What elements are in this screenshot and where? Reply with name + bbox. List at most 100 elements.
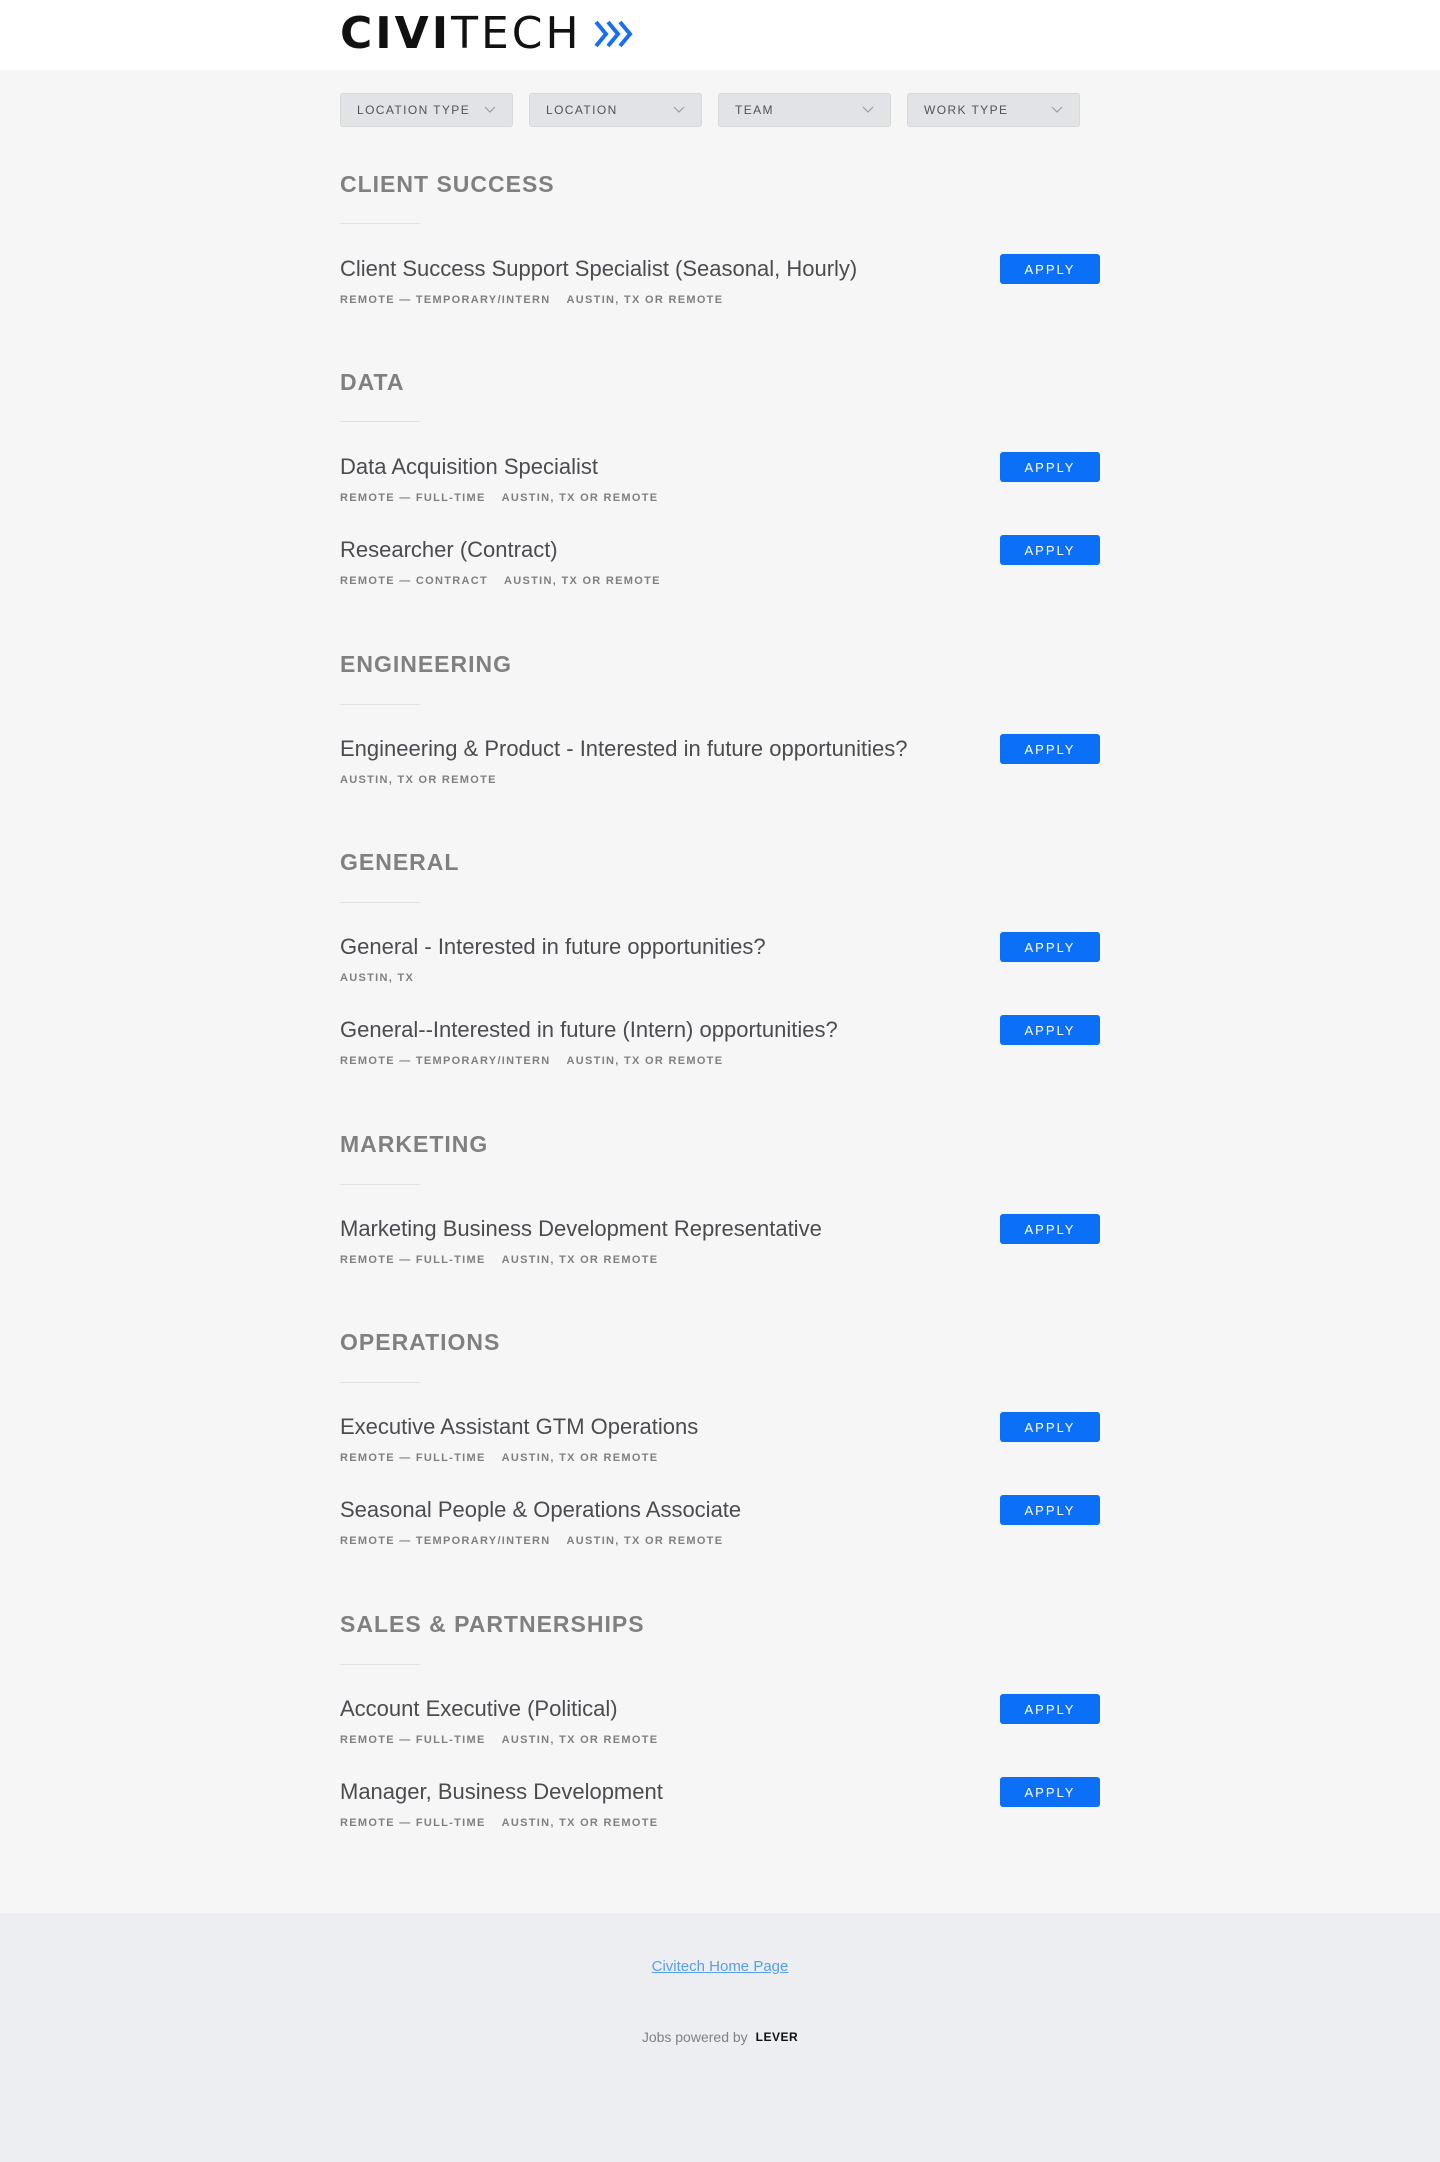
posting-title[interactable]: Account Executive (Political) (340, 1695, 618, 1723)
posting-title[interactable]: Marketing Business Development Represent… (340, 1215, 822, 1243)
posting-commitment: REMOTE — FULL-TIME (340, 1254, 486, 1266)
filter-label: LOCATION (546, 103, 618, 117)
team-title: MARKETING (340, 1131, 489, 1157)
posting-location: AUSTIN, TX OR REMOTE (340, 774, 497, 786)
posting-location: AUSTIN, TX OR REMOTE (501, 1452, 659, 1464)
team-divider (340, 902, 420, 903)
posting-meta: REMOTE — FULL-TIME AUSTIN, TX OR REMOTE (340, 1733, 658, 1747)
posting-commitment: REMOTE — CONTRACT (340, 575, 488, 587)
posting-meta: REMOTE — FULL-TIME AUSTIN, TX OR REMOTE (340, 1253, 658, 1267)
posting-meta: REMOTE — TEMPORARY/INTERN AUSTIN, TX OR … (340, 1534, 723, 1548)
posting-location: AUSTIN, TX OR REMOTE (501, 1254, 659, 1266)
posting-location: AUSTIN, TX OR REMOTE (501, 1817, 659, 1829)
logo-text-regular: TECH (451, 8, 582, 59)
apply-button[interactable]: APPLY (1000, 1214, 1100, 1244)
page-footer: Civitech Home Page Jobs powered by LEVER (0, 1913, 1440, 2162)
posting-location: AUSTIN, TX OR REMOTE (566, 1535, 724, 1547)
posting-item: Researcher (Contract) REMOTE — CONTRACT … (340, 535, 1100, 596)
powered-by-text: Jobs powered by (641, 2029, 748, 2045)
posting-title[interactable]: General - Interested in future opportuni… (340, 933, 766, 961)
filter-location-type[interactable]: LOCATION TYPE (340, 93, 513, 127)
posting-title[interactable]: Executive Assistant GTM Operations (340, 1413, 698, 1441)
chevron-down-icon (484, 106, 496, 113)
posting-meta: REMOTE — TEMPORARY/INTERN AUSTIN, TX OR … (340, 1054, 723, 1068)
lever-logo[interactable]: LEVER (756, 2030, 799, 2044)
filter-team[interactable]: TEAM (718, 93, 891, 127)
posting-item: Account Executive (Political) REMOTE — F… (340, 1694, 1100, 1755)
posting-commitment: REMOTE — FULL-TIME (340, 1734, 486, 1746)
posting-location: AUSTIN, TX OR REMOTE (501, 1734, 659, 1746)
home-page-link[interactable]: Civitech Home Page (652, 1958, 789, 1975)
chevron-down-icon (1051, 106, 1063, 113)
posting-title[interactable]: Manager, Business Development (340, 1778, 663, 1806)
filter-bar: LOCATION TYPE LOCATION TEAM WORK TYPE (340, 93, 1080, 127)
posting-item: Engineering & Product - Interested in fu… (340, 734, 1100, 795)
filter-label: WORK TYPE (924, 103, 1009, 117)
posting-commitment: REMOTE — FULL-TIME (340, 1817, 486, 1829)
posting-item: Data Acquisition Specialist REMOTE — FUL… (340, 452, 1100, 513)
chevron-down-icon (673, 106, 685, 113)
posting-title[interactable]: Seasonal People & Operations Associate (340, 1496, 741, 1524)
team-title: OPERATIONS (340, 1329, 501, 1355)
posting-meta: REMOTE — FULL-TIME AUSTIN, TX OR REMOTE (340, 491, 658, 505)
apply-button[interactable]: APPLY (1000, 1412, 1100, 1442)
logo-text-bold: CIVI (340, 8, 452, 59)
team-title: DATA (340, 369, 405, 395)
posting-commitment: REMOTE — FULL-TIME (340, 492, 486, 504)
apply-button[interactable]: APPLY (1000, 1694, 1100, 1724)
posting-title[interactable]: Engineering & Product - Interested in fu… (340, 735, 907, 763)
apply-button[interactable]: APPLY (1000, 1015, 1100, 1045)
filter-label: TEAM (735, 103, 774, 117)
team-divider (340, 421, 420, 422)
posting-commitment: REMOTE — TEMPORARY/INTERN (340, 1055, 551, 1067)
team-divider (340, 1184, 420, 1185)
team-title: ENGINEERING (340, 651, 513, 677)
posting-item: Client Success Support Specialist (Seaso… (340, 254, 1100, 315)
posting-commitment: REMOTE — TEMPORARY/INTERN (340, 1535, 551, 1547)
apply-button[interactable]: APPLY (1000, 734, 1100, 764)
posting-item: Marketing Business Development Represent… (340, 1214, 1100, 1275)
posting-meta: REMOTE — CONTRACT AUSTIN, TX OR REMOTE (340, 574, 661, 588)
apply-button[interactable]: APPLY (1000, 452, 1100, 482)
posting-title[interactable]: General--Interested in future (Intern) o… (340, 1016, 838, 1044)
team-divider (340, 704, 420, 705)
filter-location[interactable]: LOCATION (529, 93, 702, 127)
apply-button[interactable]: APPLY (1000, 254, 1100, 284)
team-title: SALES & PARTNERSHIPS (340, 1611, 645, 1637)
apply-button[interactable]: APPLY (1000, 535, 1100, 565)
civitech-logo[interactable]: CIVI TECH (340, 10, 636, 58)
posting-location: AUSTIN, TX OR REMOTE (503, 575, 661, 587)
team-divider (340, 1664, 420, 1665)
apply-button[interactable]: APPLY (1000, 1777, 1100, 1807)
posting-location: AUSTIN, TX OR REMOTE (501, 492, 659, 504)
posting-title[interactable]: Client Success Support Specialist (Seaso… (340, 255, 857, 283)
filter-work-type[interactable]: WORK TYPE (907, 93, 1080, 127)
home-link-wrapper: Civitech Home Page (0, 1957, 1440, 1977)
apply-button[interactable]: APPLY (1000, 1495, 1100, 1525)
posting-meta: AUSTIN, TX OR REMOTE (340, 773, 497, 787)
posting-item: Manager, Business Development REMOTE — F… (340, 1777, 1100, 1838)
posting-title[interactable]: Researcher (Contract) (340, 536, 558, 564)
chevron-down-icon (862, 106, 874, 113)
posting-title[interactable]: Data Acquisition Specialist (340, 453, 598, 481)
posting-commitment: REMOTE — TEMPORARY/INTERN (340, 294, 551, 306)
team-divider (340, 223, 420, 224)
posting-item: Executive Assistant GTM Operations REMOT… (340, 1412, 1100, 1473)
posting-location: AUSTIN, TX (340, 972, 415, 984)
page-header: CIVI TECH (0, 0, 1440, 70)
posting-item: Seasonal People & Operations Associate R… (340, 1495, 1100, 1556)
posting-location: AUSTIN, TX OR REMOTE (566, 294, 724, 306)
chevrons-right-icon (594, 20, 633, 48)
posting-meta: REMOTE — FULL-TIME AUSTIN, TX OR REMOTE (340, 1816, 658, 1830)
posting-meta: AUSTIN, TX (340, 971, 414, 985)
team-title: CLIENT SUCCESS (340, 171, 555, 197)
posting-item: General - Interested in future opportuni… (340, 932, 1100, 993)
powered-by: Jobs powered by LEVER (0, 2029, 1440, 2045)
posting-meta: REMOTE — FULL-TIME AUSTIN, TX OR REMOTE (340, 1451, 658, 1465)
team-divider (340, 1382, 420, 1383)
filter-label: LOCATION TYPE (357, 103, 471, 117)
posting-commitment: REMOTE — FULL-TIME (340, 1452, 486, 1464)
apply-button[interactable]: APPLY (1000, 932, 1100, 962)
posting-meta: REMOTE — TEMPORARY/INTERN AUSTIN, TX OR … (340, 293, 723, 307)
posting-item: General--Interested in future (Intern) o… (340, 1015, 1100, 1076)
